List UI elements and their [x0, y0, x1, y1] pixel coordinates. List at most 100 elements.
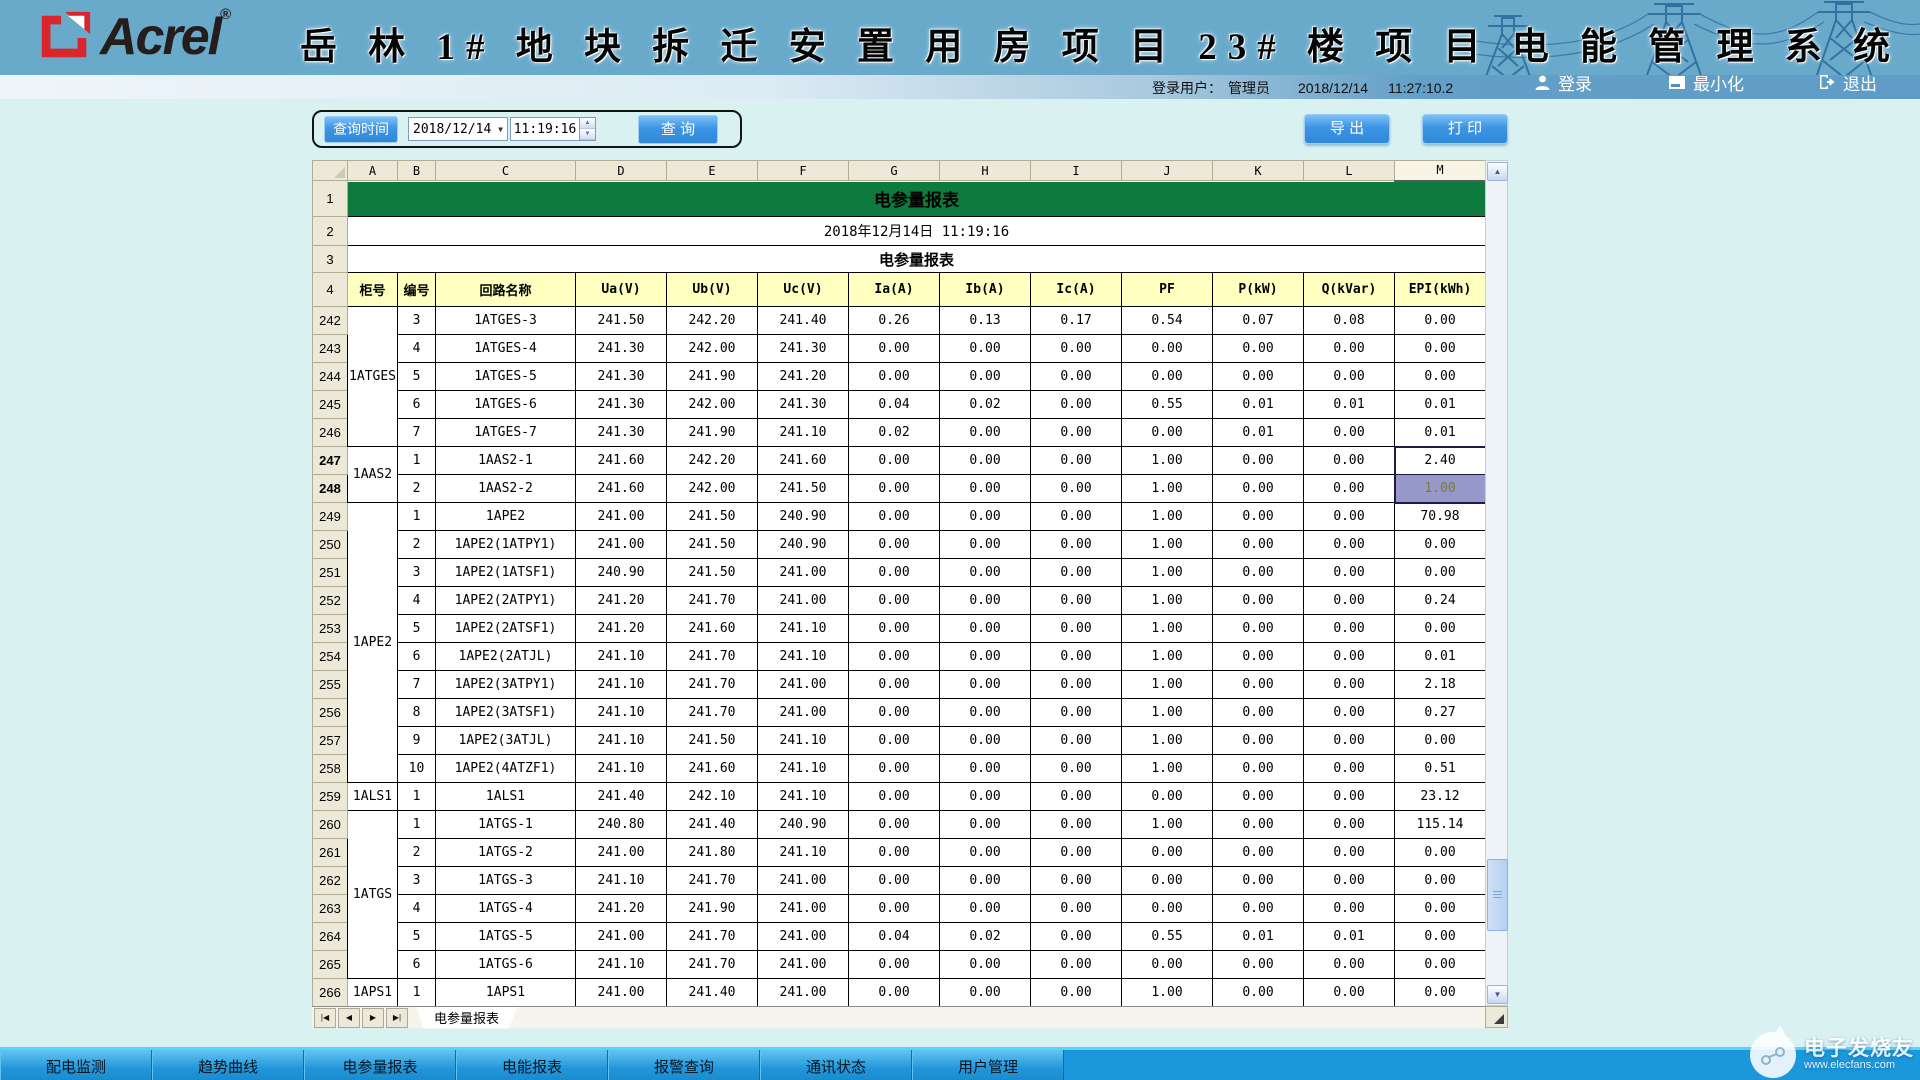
- cell-ic[interactable]: 0.00: [1030, 586, 1122, 615]
- cell-epi[interactable]: 2.18: [1394, 670, 1486, 699]
- cell-p[interactable]: 0.00: [1212, 726, 1304, 755]
- cell-ub[interactable]: 242.20: [666, 306, 758, 335]
- cell-ib[interactable]: 0.00: [939, 838, 1031, 867]
- cell-number[interactable]: 1: [397, 502, 436, 531]
- cell-epi[interactable]: 1.00: [1393, 474, 1487, 504]
- cell-uc[interactable]: 241.00: [757, 558, 849, 587]
- cell-ua[interactable]: 241.10: [575, 726, 667, 755]
- cell-ic[interactable]: 0.00: [1030, 362, 1122, 391]
- cell-uc[interactable]: 241.10: [757, 642, 849, 671]
- field-header[interactable]: 回路名称: [435, 272, 576, 307]
- cell-number[interactable]: 1: [397, 782, 436, 811]
- cell-uc[interactable]: 241.10: [757, 754, 849, 783]
- cell-ub[interactable]: 242.10: [666, 782, 758, 811]
- cell-uc[interactable]: 241.50: [757, 474, 849, 503]
- date-dropdown[interactable]: 2018/12/14 ▼: [408, 117, 508, 141]
- cell-ub[interactable]: 241.70: [666, 698, 758, 727]
- cell-ic[interactable]: 0.00: [1030, 642, 1122, 671]
- cell-q[interactable]: 0.08: [1303, 306, 1395, 335]
- cell-epi[interactable]: 115.14: [1394, 810, 1486, 839]
- cell-p[interactable]: 0.00: [1212, 950, 1304, 979]
- cell-pf[interactable]: 0.00: [1121, 418, 1213, 447]
- cell-ua[interactable]: 241.20: [575, 586, 667, 615]
- spin-down-icon[interactable]: ▼: [580, 129, 595, 140]
- cell-number[interactable]: 7: [397, 670, 436, 699]
- cell-p[interactable]: 0.01: [1212, 418, 1304, 447]
- row-header[interactable]: 242: [312, 306, 348, 335]
- column-letter-E[interactable]: E: [666, 160, 758, 181]
- column-letter-B[interactable]: B: [397, 160, 436, 181]
- cell-p[interactable]: 0.00: [1212, 754, 1304, 783]
- cell-ia[interactable]: 0.00: [848, 894, 940, 923]
- cell-ib[interactable]: 0.00: [939, 754, 1031, 783]
- cell-ia[interactable]: 0.00: [848, 866, 940, 895]
- column-letter-M[interactable]: M: [1394, 160, 1486, 182]
- scroll-up-button[interactable]: ▲: [1487, 162, 1508, 181]
- cell-ua[interactable]: 241.10: [575, 670, 667, 699]
- cell-ia[interactable]: 0.00: [848, 754, 940, 783]
- cell-number[interactable]: 5: [397, 362, 436, 391]
- cell-epi[interactable]: 0.00: [1394, 950, 1486, 979]
- cell-ua[interactable]: 241.60: [575, 474, 667, 503]
- cell-pf[interactable]: 1.00: [1121, 810, 1213, 839]
- column-letter-K[interactable]: K: [1212, 160, 1304, 181]
- cell-ib[interactable]: 0.00: [939, 866, 1031, 895]
- cell-circuit-name[interactable]: 1ATGS-6: [435, 950, 576, 979]
- cell-ic[interactable]: 0.00: [1030, 390, 1122, 419]
- scroll-down-button[interactable]: ▼: [1487, 985, 1508, 1004]
- column-letter-G[interactable]: G: [848, 160, 940, 181]
- column-letter-F[interactable]: F: [757, 160, 849, 181]
- spin-up-icon[interactable]: ▲: [580, 118, 595, 129]
- cell-q[interactable]: 0.00: [1303, 418, 1395, 447]
- cell-ia[interactable]: 0.00: [848, 558, 940, 587]
- cabinet-cell[interactable]: 1ATGES: [347, 306, 398, 447]
- cell-q[interactable]: 0.00: [1303, 698, 1395, 727]
- cell-number[interactable]: 7: [397, 418, 436, 447]
- cell-pf[interactable]: 1.00: [1121, 726, 1213, 755]
- cell-epi[interactable]: 0.00: [1394, 978, 1486, 1007]
- cell-epi[interactable]: 0.00: [1394, 334, 1486, 363]
- cell-uc[interactable]: 241.10: [757, 418, 849, 447]
- cell-ia[interactable]: 0.04: [848, 922, 940, 951]
- vertical-scrollbar[interactable]: ▲ ▼: [1485, 160, 1508, 1006]
- cell-uc[interactable]: 241.10: [757, 614, 849, 643]
- cell-number[interactable]: 3: [397, 866, 436, 895]
- cell-ub[interactable]: 241.50: [666, 502, 758, 531]
- cell-epi[interactable]: 0.24: [1394, 586, 1486, 615]
- cell-circuit-name[interactable]: 1ALS1: [435, 782, 576, 811]
- row-header[interactable]: 3: [312, 245, 348, 273]
- cell-ub[interactable]: 241.70: [666, 670, 758, 699]
- cell-q[interactable]: 0.00: [1303, 670, 1395, 699]
- cell-q[interactable]: 0.00: [1303, 782, 1395, 811]
- cell-ub[interactable]: 241.90: [666, 362, 758, 391]
- cell-ub[interactable]: 241.70: [666, 586, 758, 615]
- cell-ia[interactable]: 0.02: [848, 418, 940, 447]
- cell-ua[interactable]: 241.10: [575, 642, 667, 671]
- cell-pf[interactable]: 0.54: [1121, 306, 1213, 335]
- cell-q[interactable]: 0.00: [1303, 866, 1395, 895]
- cell-epi[interactable]: 0.00: [1394, 558, 1486, 587]
- cell-pf[interactable]: 0.00: [1121, 334, 1213, 363]
- row-header[interactable]: 264: [312, 922, 348, 951]
- bottom-nav-item-4[interactable]: 电能报表: [456, 1050, 608, 1080]
- cell-pf[interactable]: 1.00: [1121, 586, 1213, 615]
- exit-button[interactable]: 退出: [1818, 70, 1877, 95]
- row-header[interactable]: 261: [312, 838, 348, 867]
- cell-q[interactable]: 0.00: [1303, 586, 1395, 615]
- row-header[interactable]: 244: [312, 362, 348, 391]
- cell-ua[interactable]: 240.80: [575, 810, 667, 839]
- cell-q[interactable]: 0.00: [1303, 558, 1395, 587]
- cell-ib[interactable]: 0.00: [939, 586, 1031, 615]
- cell-ia[interactable]: 0.00: [848, 614, 940, 643]
- cell-p[interactable]: 0.00: [1212, 670, 1304, 699]
- cell-circuit-name[interactable]: 1ATGS-3: [435, 866, 576, 895]
- cell-pf[interactable]: 1.00: [1121, 642, 1213, 671]
- cell-p[interactable]: 0.00: [1212, 558, 1304, 587]
- field-header[interactable]: Uc(V): [757, 272, 849, 307]
- cell-p[interactable]: 0.00: [1212, 530, 1304, 559]
- cell-ia[interactable]: 0.00: [848, 698, 940, 727]
- cell-ib[interactable]: 0.02: [939, 922, 1031, 951]
- cell-ua[interactable]: 241.00: [575, 922, 667, 951]
- cell-circuit-name[interactable]: 1ATGS-5: [435, 922, 576, 951]
- cell-number[interactable]: 6: [397, 950, 436, 979]
